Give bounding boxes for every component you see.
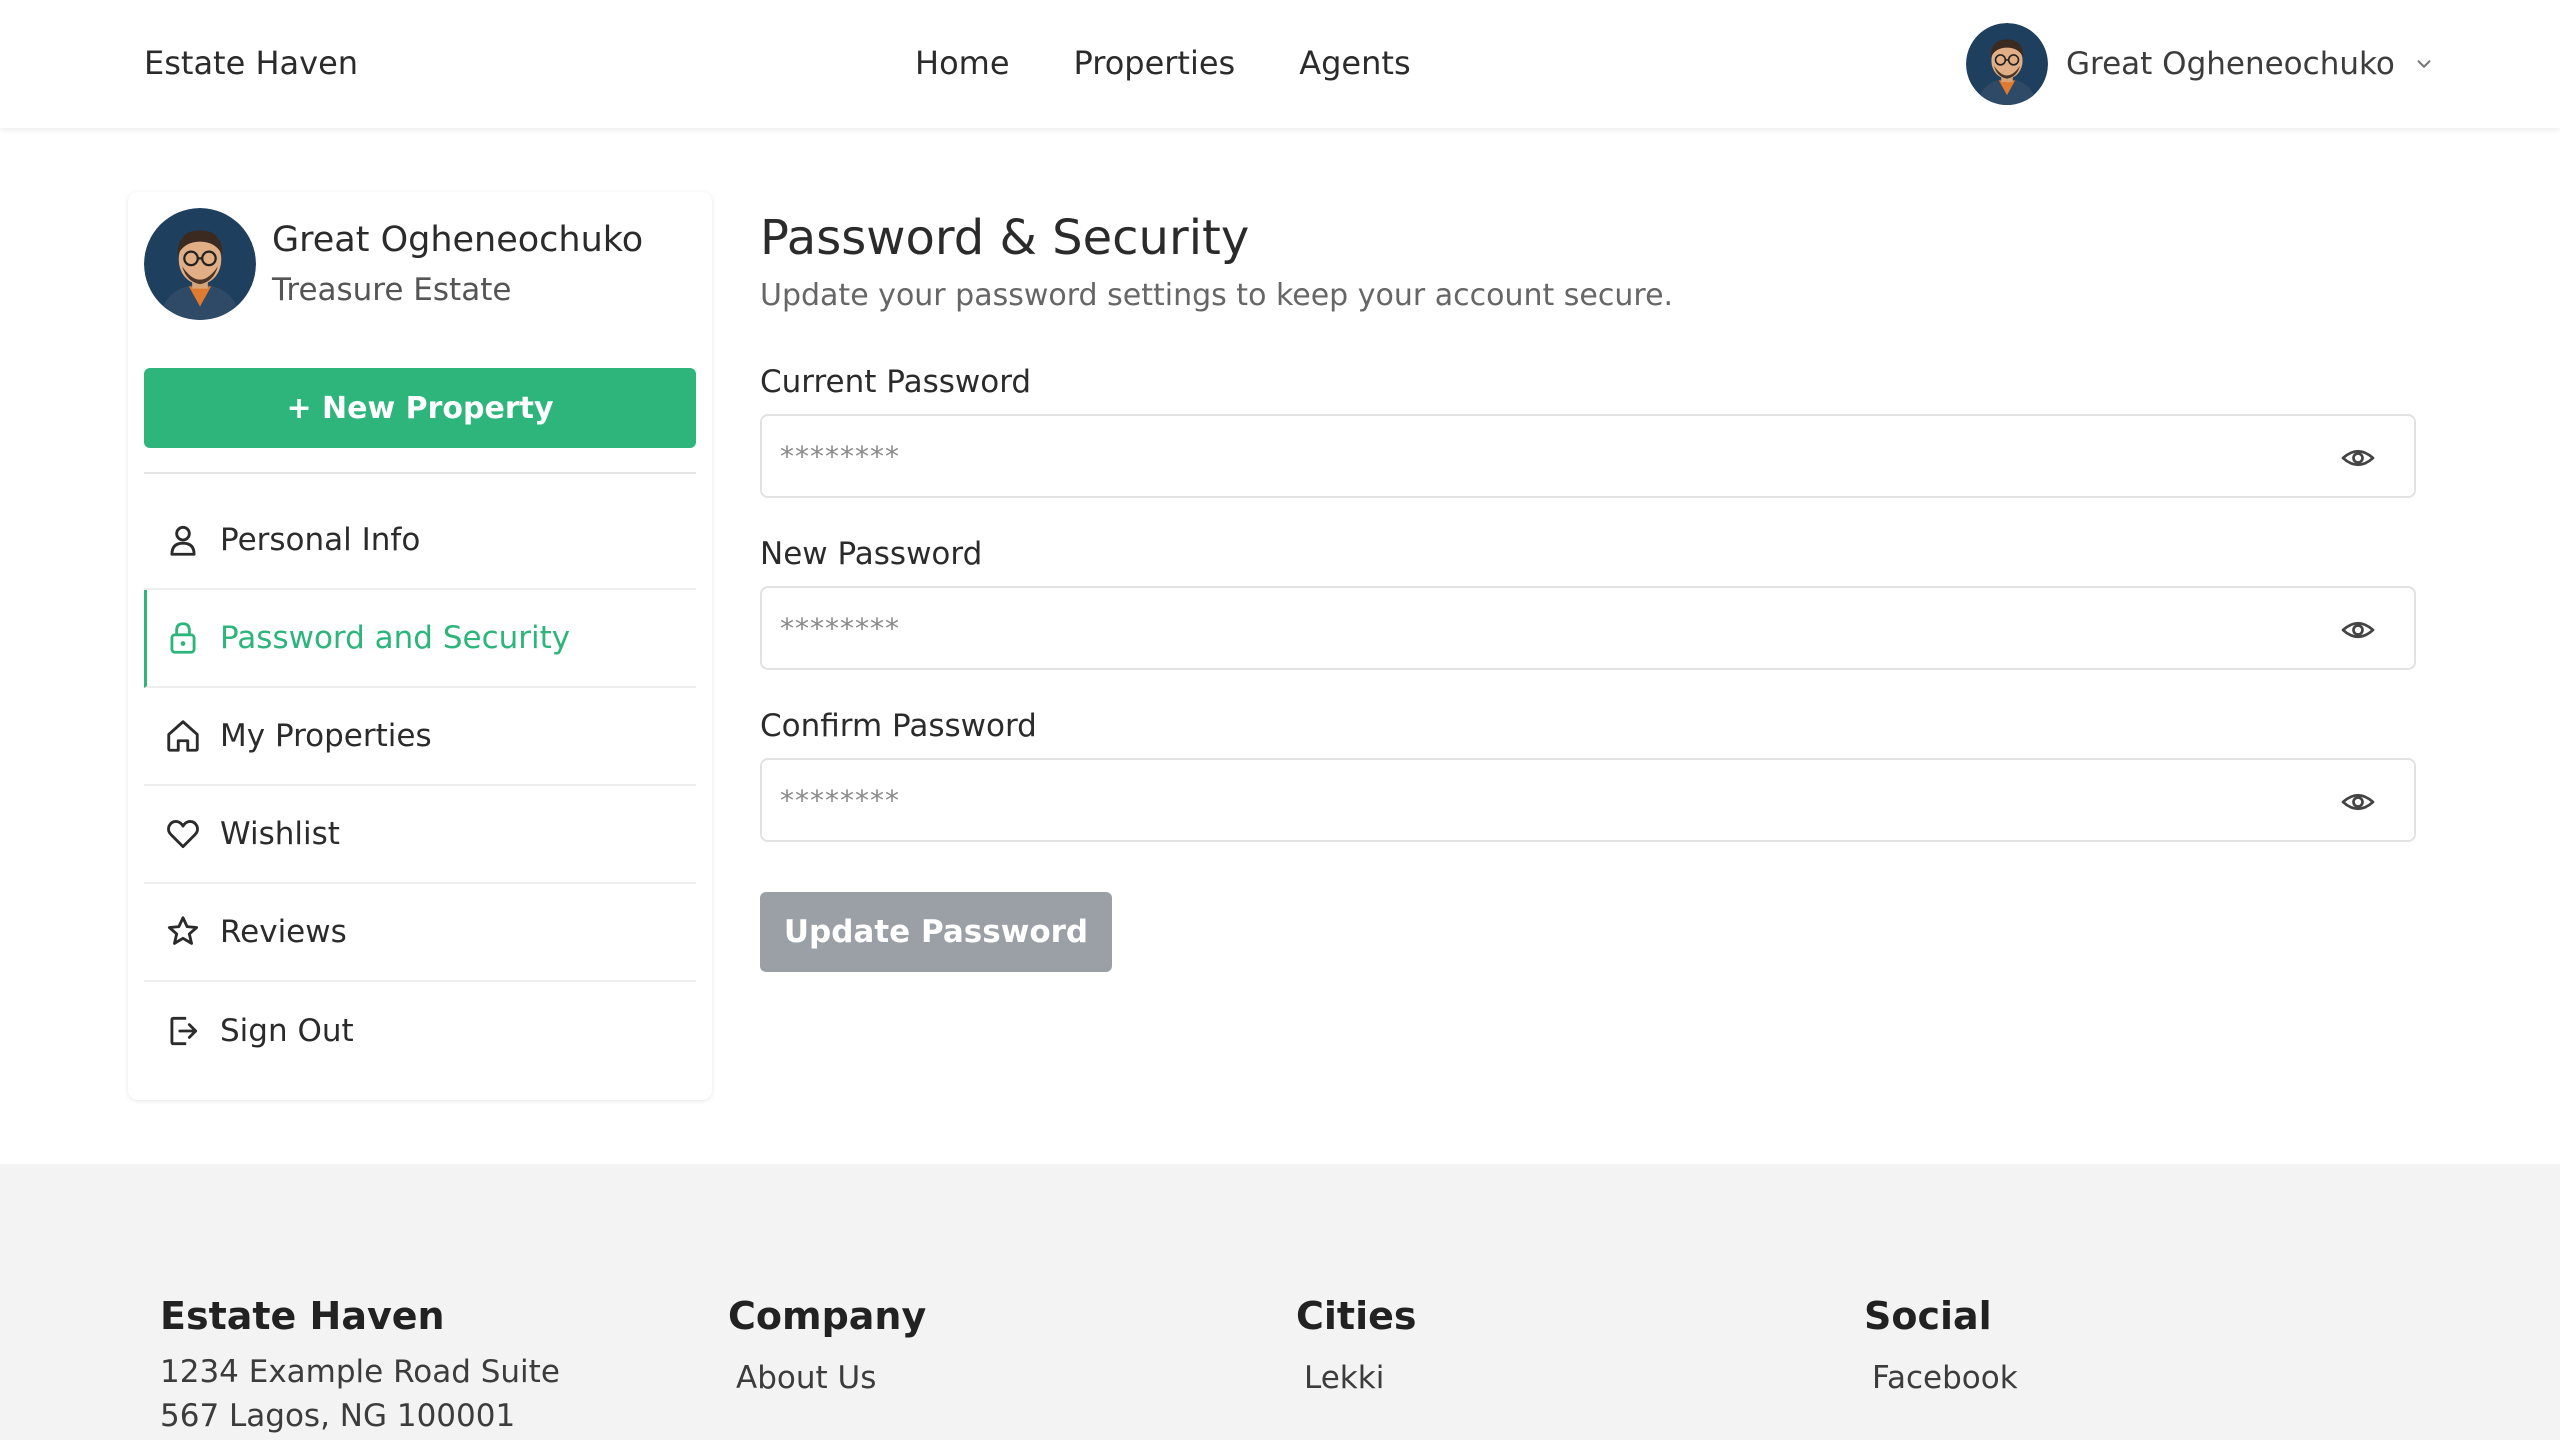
current-password-input[interactable] [762, 416, 2322, 496]
password-security-panel: Password & Security Update your password… [760, 208, 2416, 972]
sidebar-item-label: Sign Out [220, 1013, 354, 1049]
account-sidebar: Great Ogheneochuko Treasure Estate + New… [128, 192, 712, 1100]
current-password-label: Current Password [760, 364, 1032, 400]
user-icon [170, 525, 196, 556]
page-subtitle: Update your password settings to keep yo… [760, 278, 1674, 313]
footer-brand-title: Estate Haven [160, 1294, 445, 1338]
home-icon [167, 720, 199, 752]
eye-icon[interactable] [2340, 612, 2376, 648]
user-menu-dropdown[interactable]: Great Ogheneochuko [1966, 22, 2435, 106]
sign-out-icon [170, 1016, 198, 1046]
nav-agents-link[interactable]: Agents [1299, 44, 1410, 82]
page-title: Password & Security [760, 210, 1250, 266]
footer-cities-title: Cities [1296, 1294, 1417, 1338]
eye-icon[interactable] [2340, 784, 2376, 820]
current-password-group: Current Password [760, 364, 2416, 498]
user-avatar [1966, 23, 2048, 105]
confirm-password-group: Confirm Password [760, 708, 2416, 842]
new-property-button[interactable]: + New Property [144, 368, 696, 448]
current-password-box [760, 414, 2416, 498]
sidebar-item-label: Personal Info [220, 522, 421, 558]
sidebar-menu: Personal Info Password and Security My P… [144, 492, 696, 1080]
sidebar-item-label: Reviews [220, 914, 347, 950]
user-menu-name: Great Ogheneochuko [2066, 46, 2395, 82]
sidebar-item-label: Wishlist [220, 816, 340, 852]
new-password-group: New Password [760, 536, 2416, 670]
footer-brand-column: Estate Haven 1234 Example Road Suite 567… [160, 1294, 580, 1438]
sidebar-item-reviews[interactable]: Reviews [144, 884, 696, 982]
footer-social-column: Social Facebook [1864, 1294, 2018, 1396]
star-icon [167, 916, 199, 945]
profile-name: Great Ogheneochuko [272, 220, 644, 260]
heart-icon [167, 820, 199, 849]
footer-link-facebook[interactable]: Facebook [1872, 1360, 2018, 1396]
sidebar-divider [144, 472, 696, 474]
footer-cities-column: Cities Lekki [1296, 1294, 1417, 1396]
top-navbar: Estate Haven Home Properties Agents Grea… [0, 0, 2560, 128]
sidebar-item-label: Password and Security [220, 620, 571, 656]
confirm-password-input[interactable] [762, 760, 2322, 840]
footer-address: 1234 Example Road Suite 567 Lagos, NG 10… [160, 1354, 560, 1434]
sidebar-item-label: My Properties [220, 718, 432, 754]
nav-properties-link[interactable]: Properties [1074, 44, 1236, 82]
confirm-password-box [760, 758, 2416, 842]
profile-avatar [144, 208, 256, 320]
footer-company-column: Company About Us [728, 1294, 926, 1396]
chevron-down-icon [2417, 60, 2431, 68]
new-password-box [760, 586, 2416, 670]
profile-summary: Great Ogheneochuko Treasure Estate [144, 208, 643, 320]
profile-company: Treasure Estate [272, 272, 512, 308]
sidebar-item-wishlist[interactable]: Wishlist [144, 786, 696, 884]
confirm-password-label: Confirm Password [760, 708, 1037, 744]
update-password-button[interactable]: Update Password [760, 892, 1112, 972]
nav-home-link[interactable]: Home [915, 44, 1010, 82]
lock-icon [170, 622, 196, 654]
site-footer: Estate Haven 1234 Example Road Suite 567… [0, 1164, 2560, 1440]
sidebar-item-password-security[interactable]: Password and Security [144, 590, 696, 688]
new-password-input[interactable] [762, 588, 2322, 668]
eye-icon[interactable] [2340, 440, 2376, 476]
footer-link-about-us[interactable]: About Us [736, 1360, 926, 1396]
footer-company-title: Company [728, 1294, 927, 1338]
sidebar-item-sign-out[interactable]: Sign Out [144, 982, 696, 1080]
sidebar-item-my-properties[interactable]: My Properties [144, 688, 696, 786]
footer-link-lekki[interactable]: Lekki [1304, 1360, 1417, 1396]
main-nav: Home Properties Agents [915, 44, 1411, 82]
new-password-label: New Password [760, 536, 983, 572]
sidebar-item-personal-info[interactable]: Personal Info [144, 492, 696, 590]
brand-logo-link[interactable]: Estate Haven [144, 44, 358, 82]
footer-social-title: Social [1864, 1294, 1992, 1338]
